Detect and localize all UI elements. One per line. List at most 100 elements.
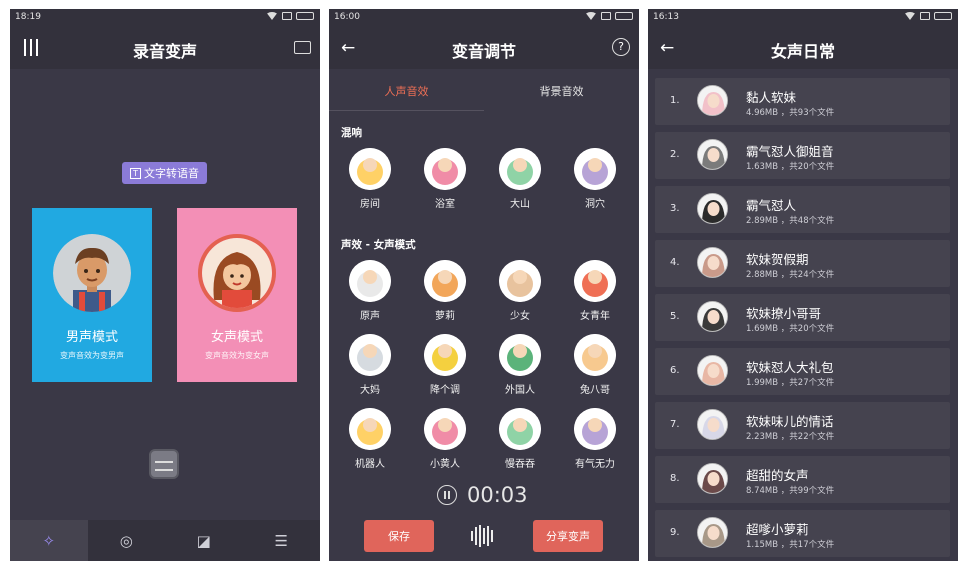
effect-girl[interactable]: 少女: [490, 260, 550, 322]
cave-icon: [574, 148, 616, 190]
foreigner-icon: [499, 334, 541, 376]
app-header: ← 变音调节 ?: [329, 27, 639, 69]
room-icon: [349, 148, 391, 190]
effect-foreigner[interactable]: 外国人: [490, 334, 550, 396]
effect-lower-pitch[interactable]: 降个调: [415, 334, 475, 396]
save-button[interactable]: 保存: [364, 520, 434, 552]
effect-bugs-bunny[interactable]: 兔八哥: [565, 334, 625, 396]
effect-label: 降个调: [430, 385, 460, 396]
recorder-icon[interactable]: [149, 449, 179, 479]
avatar: [697, 517, 728, 548]
magic-wand-icon: ✧: [42, 531, 56, 550]
item-number: 4.: [670, 257, 680, 268]
battery-icon: [934, 12, 952, 20]
effect-label: 慢吞吞: [505, 459, 535, 470]
female-mode-card[interactable]: 女声模式 变声音效为变女声: [177, 208, 297, 382]
list-item[interactable]: 5. 软妹撩小哥哥 1.69MB ，共20个文件: [655, 294, 950, 341]
effect-label: 原声: [360, 311, 380, 322]
folder-icon[interactable]: [294, 41, 311, 54]
playback-timer: 00:03: [437, 483, 528, 507]
item-meta: 4.96MB ，共93个文件: [746, 108, 835, 118]
effect-minion[interactable]: 小黄人: [415, 408, 475, 470]
effect-room[interactable]: 房间: [340, 148, 400, 210]
battery-icon: [615, 12, 633, 20]
tab-voice-globe[interactable]: ◎: [88, 520, 166, 561]
effect-robot[interactable]: 机器人: [340, 408, 400, 470]
effect-label: 外国人: [505, 385, 535, 396]
list-item[interactable]: 4. 软妹贺假期 2.88MB ，共24个文件: [655, 240, 950, 287]
effect-label: 少女: [510, 311, 530, 322]
bottom-tab-bar: ✧ ◎ ◪ ☰: [10, 520, 320, 561]
text-to-speech-button[interactable]: T 文字转语音: [122, 162, 207, 184]
list-item[interactable]: 7. 软妹味儿的情话 2.23MB ，共22个文件: [655, 402, 950, 449]
item-number: 2.: [670, 149, 680, 160]
list-item[interactable]: 2. 霸气怼人御姐音 1.63MB ，共20个文件: [655, 132, 950, 179]
avatar: [697, 409, 728, 440]
effect-cave[interactable]: 洞穴: [565, 148, 625, 210]
status-bar: 16:13: [648, 9, 958, 27]
item-number: 1.: [670, 95, 680, 106]
list-item[interactable]: 9. 超嗲小萝莉 1.15MB ，共17个文件: [655, 510, 950, 557]
item-title: 软妹撩小哥哥: [746, 306, 822, 321]
effect-label: 浴室: [435, 199, 455, 210]
effect-label: 大妈: [360, 385, 380, 396]
effect-turtle[interactable]: 慢吞吞: [490, 408, 550, 470]
tab-message-voice[interactable]: ◪: [165, 520, 243, 561]
tab-magic-wand[interactable]: ✧: [10, 520, 88, 561]
female-avatar-icon: [198, 234, 276, 312]
avatar: [697, 193, 728, 224]
wifi-icon: [266, 12, 278, 20]
item-meta: 2.88MB ，共24个文件: [746, 270, 835, 280]
avatar: [697, 247, 728, 278]
effect-young-woman[interactable]: 女青年: [565, 260, 625, 322]
reverb-section-title: 混响: [341, 127, 362, 139]
list-item[interactable]: 8. 超甜的女声 8.74MB ，共99个文件: [655, 456, 950, 503]
list-item[interactable]: 1. 黏人软妹 4.96MB ，共93个文件: [655, 78, 950, 125]
female-mode-subtitle: 变声音效为变女声: [205, 351, 269, 360]
item-meta: 2.23MB ，共22个文件: [746, 432, 835, 442]
item-title: 软妹怼人大礼包: [746, 360, 834, 375]
item-title: 黏人软妹: [746, 90, 797, 105]
effect-loli[interactable]: 萝莉: [415, 260, 475, 322]
effect-sleepy[interactable]: 有气无力: [565, 408, 625, 470]
tab-background-effects[interactable]: 背景音效: [484, 69, 639, 111]
item-meta: 1.15MB ，共17个文件: [746, 540, 835, 550]
text-icon: T: [130, 167, 141, 179]
effect-bathroom[interactable]: 浴室: [415, 148, 475, 210]
effect-microphone[interactable]: 原声: [340, 260, 400, 322]
list-item[interactable]: 6. 软妹怼人大礼包 1.99MB ，共27个文件: [655, 348, 950, 395]
male-mode-card[interactable]: 男声模式 变声音效为变男声: [32, 208, 152, 382]
bugs-bunny-icon: [574, 334, 616, 376]
waveform-icon: [471, 525, 493, 547]
help-icon[interactable]: ?: [612, 38, 630, 56]
girl-icon: [499, 260, 541, 302]
list-item[interactable]: 3. 霸气怼人 2.89MB ，共48个文件: [655, 186, 950, 233]
item-number: 9.: [670, 527, 680, 538]
share-voice-button[interactable]: 分享变声: [533, 520, 603, 552]
pause-icon[interactable]: [437, 485, 457, 505]
app-header: 录音变声: [10, 27, 320, 69]
battery-icon: [296, 12, 314, 20]
effect-label: 房间: [360, 199, 380, 210]
avatar: [697, 301, 728, 332]
item-title: 超嗲小萝莉: [746, 522, 809, 537]
young-woman-icon: [574, 260, 616, 302]
timer-text: 00:03: [467, 483, 528, 507]
item-meta: 2.89MB ，共48个文件: [746, 216, 835, 226]
page-title: 女声日常: [770, 42, 835, 61]
status-time: 16:00: [334, 12, 360, 22]
sim-icon: [601, 12, 611, 20]
item-meta: 1.69MB ，共20个文件: [746, 324, 835, 334]
effect-auntie[interactable]: 大妈: [340, 334, 400, 396]
item-number: 8.: [670, 473, 680, 484]
page-title: 变音调节: [451, 42, 516, 61]
item-title: 霸气怼人: [746, 198, 797, 213]
effect-label: 女青年: [580, 311, 610, 322]
effect-label: 小黄人: [430, 459, 460, 470]
tab-sliders[interactable]: ☰: [243, 520, 321, 561]
robot-icon: [349, 408, 391, 450]
tab-voice-effects[interactable]: 人声音效: [329, 69, 484, 111]
wifi-icon: [585, 12, 597, 20]
item-number: 7.: [670, 419, 680, 430]
effect-mountain[interactable]: 大山: [490, 148, 550, 210]
